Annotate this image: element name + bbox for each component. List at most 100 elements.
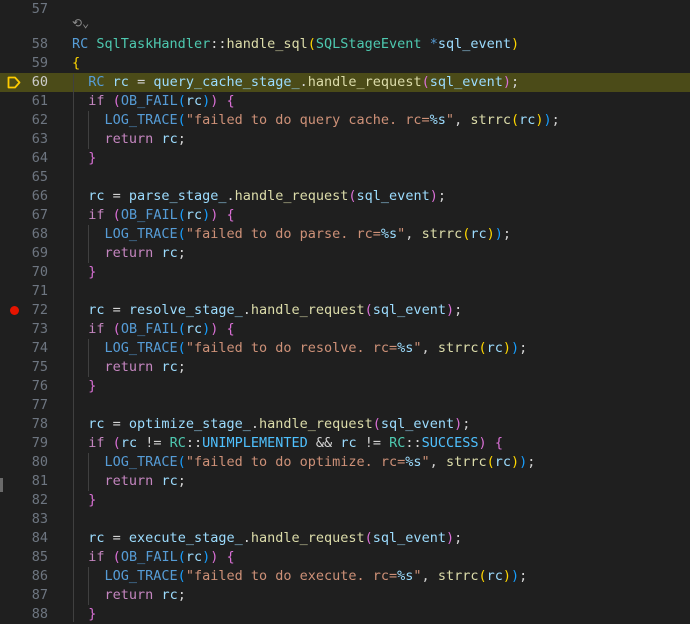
code-text[interactable]: } [72, 377, 96, 396]
code-text[interactable]: return rc; [72, 130, 186, 149]
code-text[interactable]: } [72, 605, 96, 624]
code-token: rc [185, 549, 203, 565]
code-text[interactable]: return rc; [72, 586, 186, 605]
code-line[interactable]: 86 LOG_TRACE("failed to do execute. rc=%… [0, 567, 690, 586]
code-line[interactable]: 59 { [0, 54, 690, 73]
code-line[interactable]: 73 if (OB_FAIL(rc)) { [0, 320, 690, 339]
code-line[interactable]: 63 return rc; [0, 130, 690, 149]
code-line[interactable]: 64 } [0, 149, 690, 168]
code-line[interactable]: 85 if (OB_FAIL(rc)) { [0, 548, 690, 567]
code-text[interactable]: { [72, 54, 80, 73]
code-text[interactable]: LOG_TRACE("failed to do execute. rc=%s",… [72, 567, 528, 586]
code-line[interactable]: 68 LOG_TRACE("failed to do parse. rc=%s"… [0, 225, 690, 244]
code-text[interactable]: if (OB_FAIL(rc)) { [72, 92, 234, 111]
code-token: UNIMPLEMENTED [202, 435, 308, 451]
code-line[interactable]: 65 [0, 168, 690, 187]
code-token: ; [454, 530, 463, 546]
code-line[interactable]: 80 LOG_TRACE("failed to do optimize. rc=… [0, 453, 690, 472]
code-token: ( [177, 340, 186, 356]
line-number: 76 [31, 378, 48, 394]
code-text[interactable]: rc = parse_stage_.handle_request(sql_eve… [72, 187, 446, 206]
code-line[interactable]: 83 [0, 510, 690, 529]
breakpoint-icon[interactable] [10, 306, 19, 315]
code-token: query_cache_stage_ [153, 74, 300, 90]
code-token: ( [307, 36, 316, 52]
code-text[interactable]: LOG_TRACE("failed to do optimize. rc=%s"… [72, 453, 536, 472]
code-text[interactable]: } [72, 149, 96, 168]
code-text[interactable]: return rc; [72, 472, 186, 491]
code-token: " [445, 112, 455, 128]
code-text[interactable]: rc = resolve_stage_.handle_request(sql_e… [72, 301, 462, 320]
debug-current-line-icon[interactable] [7, 76, 21, 89]
code-line[interactable]: 84 rc = execute_stage_.handle_request(sq… [0, 529, 690, 548]
code-token: RC [88, 74, 105, 90]
code-text[interactable]: RC SqlTaskHandler::handle_sql(SQLStageEv… [72, 35, 519, 54]
code-text[interactable]: return rc; [72, 244, 186, 263]
code-line[interactable]: 82 } [0, 491, 690, 510]
code-line[interactable]: 72 rc = resolve_stage_.handle_request(sq… [0, 301, 690, 320]
code-line[interactable]: 77 [0, 396, 690, 415]
code-line[interactable]: 58 RC SqlTaskHandler::handle_sql(SQLStage… [0, 35, 690, 54]
code-line[interactable]: 87 return rc; [0, 586, 690, 605]
code-text[interactable]: } [72, 263, 96, 282]
code-token: } [88, 264, 97, 280]
code-line[interactable]: 61 if (OB_FAIL(rc)) { [0, 92, 690, 111]
code-line[interactable]: 75 return rc; [0, 358, 690, 377]
line-number: 88 [31, 606, 48, 622]
code-token: " [421, 454, 430, 470]
code-token: , [421, 568, 438, 584]
code-line[interactable]: 79 if (rc != RC::UNIMPLEMENTED && rc != … [0, 434, 690, 453]
code-text[interactable]: return rc; [72, 358, 186, 377]
code-line[interactable]: 81 return rc; [0, 472, 690, 491]
code-line[interactable]: 74 LOG_TRACE("failed to do resolve. rc=%… [0, 339, 690, 358]
code-line[interactable]: 76 } [0, 377, 690, 396]
code-line[interactable]: 62 LOG_TRACE("failed to do query cache. … [0, 111, 690, 130]
code-text[interactable]: LOG_TRACE("failed to do query cache. rc=… [72, 111, 560, 130]
line-number: 58 [31, 36, 48, 52]
code-line[interactable]: 69 return rc; [0, 244, 690, 263]
code-token: * [429, 36, 438, 52]
code-line[interactable]: 66 rc = parse_stage_.handle_request(sql_… [0, 187, 690, 206]
code-line[interactable]: 88 } [0, 605, 690, 624]
code-token: rc [161, 245, 178, 261]
code-text[interactable]: } [72, 491, 96, 510]
code-token: ( [177, 93, 186, 109]
code-line[interactable]: 70 } [0, 263, 690, 282]
code-text[interactable]: if (OB_FAIL(rc)) { [72, 548, 234, 567]
code-token: rc [161, 359, 178, 375]
code-text[interactable]: LOG_TRACE("failed to do resolve. rc=%s",… [72, 339, 528, 358]
code-token: strrc [421, 226, 463, 242]
code-token: execute_stage_ [128, 530, 243, 546]
code-token: ) [511, 568, 520, 584]
code-editor[interactable]: ⟲⌄ 57 58 RC SqlTaskHandler::handle_sql(SQL… [0, 0, 690, 622]
code-token: rc [185, 321, 203, 337]
code-line[interactable]: 67 if (OB_FAIL(rc)) { [0, 206, 690, 225]
code-token: rc [470, 226, 487, 242]
code-token: RC [72, 36, 89, 52]
code-token: ; [177, 587, 186, 603]
code-text[interactable]: LOG_TRACE("failed to do parse. rc=%s", s… [72, 225, 512, 244]
code-token: ) [543, 112, 552, 128]
code-text[interactable]: if (rc != RC::UNIMPLEMENTED && rc != RC:… [72, 434, 503, 453]
code-text[interactable]: rc = optimize_stage_.handle_request(sql_… [72, 415, 470, 434]
line-number: 83 [31, 511, 48, 527]
code-token: return [104, 245, 154, 261]
code-text[interactable]: RC rc = query_cache_stage_.handle_reques… [72, 73, 519, 92]
code-token: = [104, 530, 129, 546]
code-line[interactable]: 57 [0, 0, 690, 19]
code-text[interactable]: if (OB_FAIL(rc)) { [72, 320, 234, 339]
code-line[interactable]: 78 rc = optimize_stage_.handle_request(s… [0, 415, 690, 434]
code-token: ) [510, 454, 520, 470]
code-token: handle_request [258, 416, 373, 432]
code-text[interactable]: if (OB_FAIL(rc)) { [72, 206, 234, 225]
code-token: sql_event [437, 36, 511, 52]
code-line[interactable]: 71 [0, 282, 690, 301]
line-number: 85 [31, 549, 48, 565]
code-text[interactable]: rc = execute_stage_.handle_request(sql_e… [72, 529, 462, 548]
code-line[interactable]: 60 RC rc = query_cache_stage_.handle_req… [0, 73, 690, 92]
code-token: "failed to do resolve. rc= [185, 340, 398, 356]
